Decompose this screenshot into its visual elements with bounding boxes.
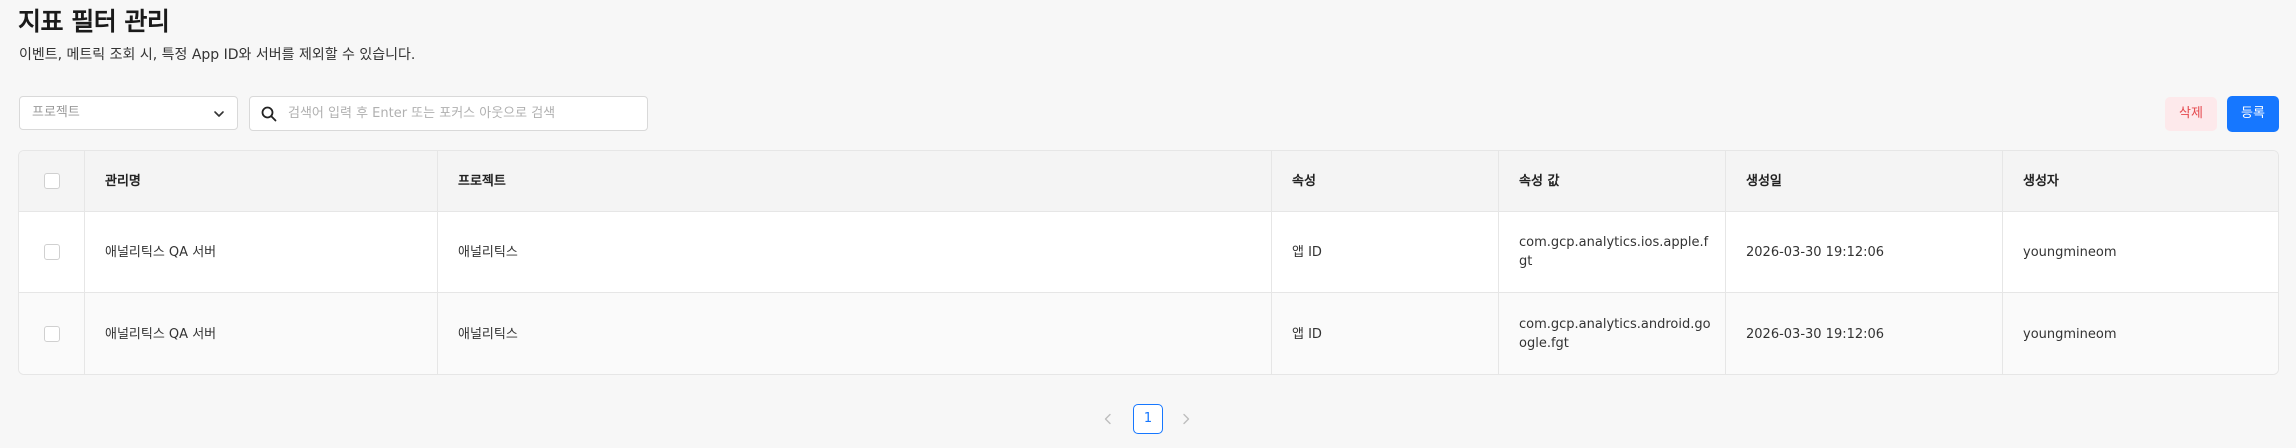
register-button[interactable]: 등록 <box>2227 96 2279 132</box>
cell-project: 애널리틱스 <box>438 293 1272 374</box>
cell-project-text: 애널리틱스 <box>458 244 518 260</box>
column-header-attribute[interactable]: 속성 <box>1272 151 1499 211</box>
cell-name: 애널리틱스 QA 서버 <box>85 212 438 292</box>
cell-name-text: 애널리틱스 QA 서버 <box>105 326 217 342</box>
page-title: 지표 필터 관리 <box>18 7 170 36</box>
cell-attribute: 앱 ID <box>1272 293 1499 374</box>
search-box <box>249 96 648 131</box>
cell-attribute-value: com.gcp.analytics.android.google.fgt <box>1499 293 1726 374</box>
filter-table: 관리명 프로젝트 속성 속성 값 생성일 생성자 애널리틱스 QA 서버 애널리… <box>18 150 2279 375</box>
select-all-checkbox[interactable] <box>43 173 60 189</box>
row-checkbox[interactable] <box>43 244 60 260</box>
delete-button[interactable]: 삭제 <box>2165 97 2217 131</box>
cell-attribute-value-text: com.gcp.analytics.ios.apple.fgt <box>1519 235 1709 269</box>
cell-attribute: 앱 ID <box>1272 212 1499 292</box>
column-header-creator[interactable]: 생성자 <box>2003 151 2278 211</box>
cell-attribute-text: 앱 ID <box>1292 326 1322 342</box>
cell-creator-text: youngmineom <box>2023 244 2117 260</box>
cell-attribute-value-text: com.gcp.analytics.android.google.fgt <box>1519 317 1711 351</box>
cell-creator: youngmineom <box>2003 293 2278 374</box>
column-header-project[interactable]: 프로젝트 <box>438 151 1272 211</box>
cell-name: 애널리틱스 QA 서버 <box>85 293 438 374</box>
cell-created-at-text: 2026-03-30 19:12:06 <box>1746 326 1885 342</box>
row-checkbox[interactable] <box>43 326 60 342</box>
table-header-row: 관리명 프로젝트 속성 속성 값 생성일 생성자 <box>19 151 2278 212</box>
cell-creator-text: youngmineom <box>2023 326 2117 342</box>
cell-attribute-value: com.gcp.analytics.ios.apple.fgt <box>1499 212 1726 292</box>
header-checkbox-cell <box>19 151 85 211</box>
page-description: 이벤트, 메트릭 조회 시, 특정 App ID와 서버를 제외할 수 있습니다… <box>19 47 416 63</box>
project-select[interactable]: 프로젝트 <box>19 96 238 130</box>
cell-project-text: 애널리틱스 <box>458 326 518 342</box>
search-input[interactable] <box>288 98 638 128</box>
cell-created-at-text: 2026-03-30 19:12:06 <box>1746 244 1885 260</box>
row-checkbox-cell <box>19 212 85 292</box>
table-row[interactable]: 애널리틱스 QA 서버 애널리틱스 앱 ID com.gcp.analytics… <box>19 212 2278 293</box>
cell-created-at: 2026-03-30 19:12:06 <box>1726 212 2003 292</box>
column-header-created-at[interactable]: 생성일 <box>1726 151 2003 211</box>
pagination: 1 <box>1100 404 1200 434</box>
column-header-name[interactable]: 관리명 <box>85 151 438 211</box>
cell-name-text: 애널리틱스 QA 서버 <box>105 244 217 260</box>
chevron-right-icon[interactable] <box>1178 411 1194 427</box>
row-checkbox-cell <box>19 293 85 374</box>
cell-creator: youngmineom <box>2003 212 2278 292</box>
chevron-left-icon[interactable] <box>1100 411 1116 427</box>
cell-project: 애널리틱스 <box>438 212 1272 292</box>
cell-attribute-text: 앱 ID <box>1292 244 1322 260</box>
project-select-placeholder: 프로젝트 <box>32 105 80 120</box>
column-header-attribute-value[interactable]: 속성 값 <box>1499 151 1726 211</box>
cell-created-at: 2026-03-30 19:12:06 <box>1726 293 2003 374</box>
table-row[interactable]: 애널리틱스 QA 서버 애널리틱스 앱 ID com.gcp.analytics… <box>19 293 2278 374</box>
page-button-current[interactable]: 1 <box>1133 404 1163 434</box>
